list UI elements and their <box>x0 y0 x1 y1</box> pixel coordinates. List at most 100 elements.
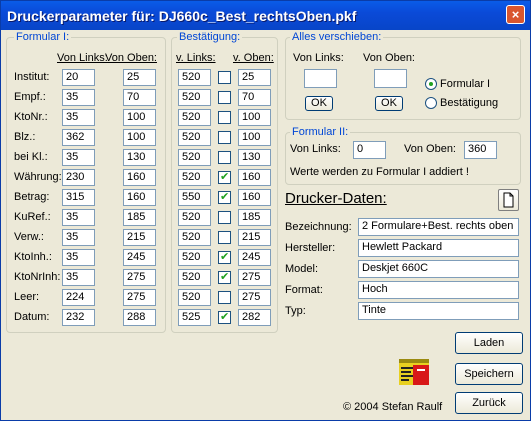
formular1-oben-input[interactable]: 245 <box>123 249 156 266</box>
bestaetigung-checkbox[interactable] <box>218 151 231 164</box>
formular1-oben-input[interactable]: 288 <box>123 309 156 326</box>
bestaetigung-oben-input[interactable]: 130 <box>238 149 271 166</box>
formular1-oben-input[interactable]: 275 <box>123 289 156 306</box>
bestaetigung-checkbox[interactable] <box>218 250 231 264</box>
drucker-field-label: Format: <box>285 284 323 296</box>
formular1-oben-input[interactable]: 100 <box>123 129 156 146</box>
bestaetigung-links-input[interactable]: 520 <box>178 149 211 166</box>
formular1-oben-input[interactable]: 100 <box>123 109 156 126</box>
bestaetigung-links-input[interactable]: 520 <box>178 169 211 186</box>
bestaetigung-oben-input[interactable]: 245 <box>238 249 271 266</box>
formular1-links-input[interactable]: 35 <box>62 149 95 166</box>
zurueck-button[interactable]: Zurück <box>455 392 523 414</box>
bestaetigung-oben-input[interactable]: 275 <box>238 269 271 286</box>
bestaetigung-checkbox[interactable] <box>218 111 231 124</box>
bestaetigung-checkbox[interactable] <box>218 170 231 184</box>
bestaetigung-checkbox[interactable] <box>218 71 231 84</box>
bestaetigung-links-input[interactable]: 520 <box>178 249 211 266</box>
bestaetigung-links-input[interactable]: 520 <box>178 69 211 86</box>
bestaetigung-oben-input[interactable]: 70 <box>238 89 271 106</box>
formular1-row-label: Datum: <box>14 311 50 323</box>
formular1-links-input[interactable]: 20 <box>62 69 95 86</box>
drucker-field-input[interactable]: Deskjet 660C <box>358 260 519 278</box>
title-bar[interactable]: Druckerparameter für: DJ660c_Best_rechts… <box>1 1 530 30</box>
bestaetigung-links-input[interactable]: 520 <box>178 129 211 146</box>
laden-button[interactable]: Laden <box>455 332 523 354</box>
bestaetigung-checkbox[interactable] <box>218 190 231 204</box>
formular1-row-label: KtoNr.: <box>14 111 48 123</box>
formular2-legend: Formular II: <box>290 126 351 138</box>
drucker-field-input[interactable]: 2 Formulare+Best. rechts oben <box>358 218 519 236</box>
bestaetigung-links-input[interactable]: 520 <box>178 289 211 306</box>
formular1-links-input[interactable]: 35 <box>62 269 95 286</box>
bestaetigung-col-links: v. Links: <box>176 52 216 64</box>
bestaetigung-links-input[interactable]: 520 <box>178 109 211 126</box>
drucker-field-label: Typ: <box>285 305 306 317</box>
formular1-links-input[interactable]: 315 <box>62 189 95 206</box>
bestaetigung-oben-input[interactable]: 25 <box>238 69 271 86</box>
formular2-oben-input[interactable]: 360 <box>464 141 497 159</box>
verschieben-oben-input[interactable] <box>374 69 407 88</box>
formular1-links-input[interactable]: 35 <box>62 109 95 126</box>
formular1-links-input[interactable]: 35 <box>62 209 95 226</box>
formular1-oben-input[interactable]: 160 <box>123 169 156 186</box>
drucker-field-input[interactable]: Tinte <box>358 302 519 320</box>
formular1-links-input[interactable]: 35 <box>62 229 95 246</box>
bestaetigung-checkbox[interactable] <box>218 231 231 244</box>
radio-bestaetigung-label: Bestätigung <box>440 97 499 109</box>
bestaetigung-links-input[interactable]: 520 <box>178 89 211 106</box>
bestaetigung-links-input[interactable]: 520 <box>178 229 211 246</box>
formular1-oben-input[interactable]: 25 <box>123 69 156 86</box>
formular1-links-input[interactable]: 35 <box>62 89 95 106</box>
bestaetigung-oben-input[interactable]: 215 <box>238 229 271 246</box>
bestaetigung-oben-input[interactable]: 275 <box>238 289 271 306</box>
bestaetigung-oben-input[interactable]: 282 <box>238 309 271 326</box>
formular1-links-input[interactable]: 362 <box>62 129 95 146</box>
close-button[interactable]: × <box>506 5 525 24</box>
bestaetigung-links-input[interactable]: 520 <box>178 209 211 226</box>
bestaetigung-oben-input[interactable]: 160 <box>238 169 271 186</box>
drucker-field-input[interactable]: Hoch <box>358 281 519 299</box>
formular1-oben-input[interactable]: 215 <box>123 229 156 246</box>
bestaetigung-oben-input[interactable]: 100 <box>238 109 271 126</box>
radio-formular1[interactable] <box>425 78 437 90</box>
bestaetigung-col-oben: v. Oben: <box>233 52 274 64</box>
bestaetigung-checkbox[interactable] <box>218 270 231 284</box>
bestaetigung-oben-input[interactable]: 185 <box>238 209 271 226</box>
bestaetigung-checkbox[interactable] <box>218 291 231 304</box>
formular1-oben-input[interactable]: 70 <box>123 89 156 106</box>
formular1-links-input[interactable]: 224 <box>62 289 95 306</box>
bestaetigung-oben-input[interactable]: 160 <box>238 189 271 206</box>
bestaetigung-checkbox[interactable] <box>218 91 231 104</box>
formular1-row-label: Institut: <box>14 71 50 83</box>
verschieben-links-input[interactable] <box>304 69 337 88</box>
formular1-oben-input[interactable]: 185 <box>123 209 156 226</box>
verschieben-legend: Alles verschieben: <box>290 31 384 43</box>
formular1-oben-input[interactable]: 275 <box>123 269 156 286</box>
bestaetigung-oben-input[interactable]: 100 <box>238 129 271 146</box>
formular1-oben-input[interactable]: 160 <box>123 189 156 206</box>
radio-bestaetigung[interactable] <box>425 97 437 109</box>
drucker-field-input[interactable]: Hewlett Packard <box>358 239 519 257</box>
bestaetigung-links-input[interactable]: 525 <box>178 309 211 326</box>
formular1-row-label: KuRef.: <box>14 211 51 223</box>
verschieben-oben-ok-button[interactable]: OK <box>375 96 403 111</box>
bestaetigung-checkbox[interactable] <box>218 211 231 224</box>
verschieben-links-label: Von Links: <box>293 52 344 64</box>
bestaetigung-checkbox[interactable] <box>218 131 231 144</box>
bestaetigung-checkbox[interactable] <box>218 310 231 324</box>
formular1-oben-input[interactable]: 130 <box>123 149 156 166</box>
dialog-window: Druckerparameter für: DJ660c_Best_rechts… <box>0 0 531 421</box>
formular1-row-label: Verw.: <box>14 231 44 243</box>
formular1-links-input[interactable]: 35 <box>62 249 95 266</box>
new-document-button[interactable] <box>498 189 519 211</box>
bestaetigung-links-input[interactable]: 520 <box>178 269 211 286</box>
formular2-links-input[interactable]: 0 <box>353 141 386 159</box>
formular1-links-input[interactable]: 232 <box>62 309 95 326</box>
radio-formular1-label: Formular I <box>440 78 491 90</box>
verschieben-links-ok-button[interactable]: OK <box>305 96 333 111</box>
formular1-links-input[interactable]: 230 <box>62 169 95 186</box>
speichern-button[interactable]: Speichern <box>455 363 523 385</box>
formular1-row-label: KtoInh.: <box>14 251 52 263</box>
bestaetigung-links-input[interactable]: 550 <box>178 189 211 206</box>
